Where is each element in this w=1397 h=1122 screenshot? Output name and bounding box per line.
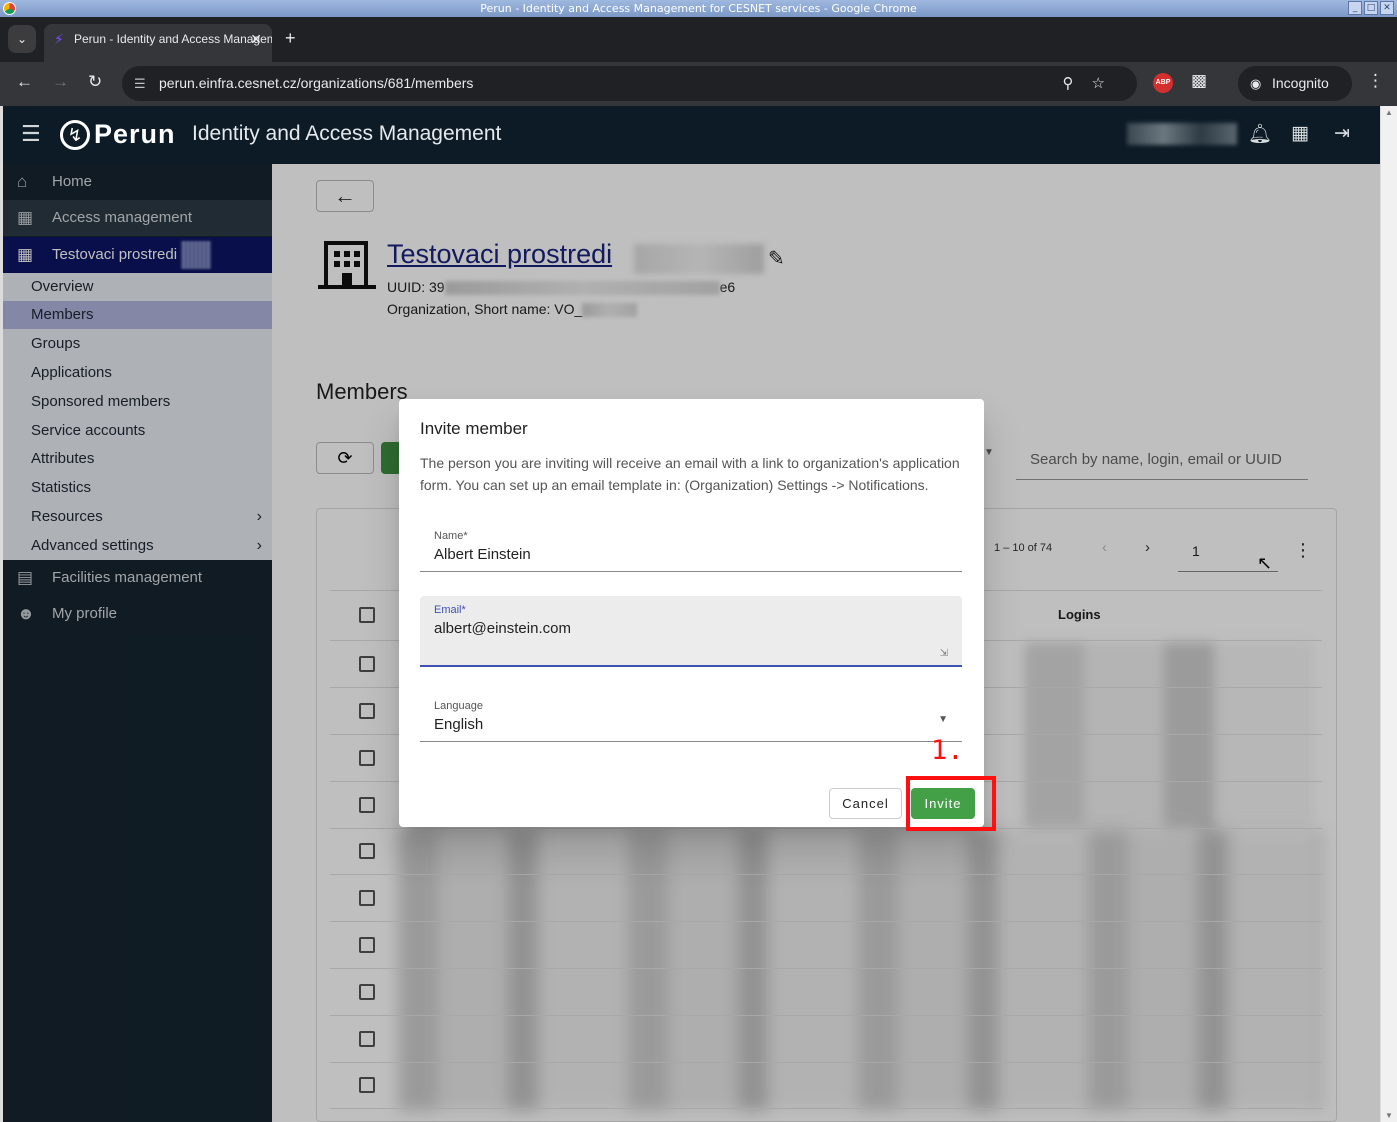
- apps-grid-icon[interactable]: ▦: [1291, 122, 1309, 145]
- maximize-button[interactable]: □: [1364, 1, 1378, 15]
- dropdown-arrow-icon[interactable]: ▼: [938, 714, 948, 725]
- site-info-icon[interactable]: ☰: [134, 66, 146, 101]
- language-label: Language: [434, 700, 483, 712]
- invite-member-dialog: Invite member The person you are invitin…: [399, 399, 984, 827]
- reload-icon[interactable]: ↻: [88, 72, 102, 92]
- email-field[interactable]: Email* albert@einstein.com ⇲: [420, 596, 962, 667]
- browser-menu-icon[interactable]: ⋮: [1367, 71, 1384, 91]
- language-select[interactable]: Language English ▼: [420, 694, 962, 742]
- annotation-step-number: 1.: [931, 735, 964, 766]
- user-name-redacted: [1127, 123, 1237, 145]
- new-tab-button[interactable]: +: [285, 28, 296, 49]
- forward-arrow-icon[interactable]: →: [52, 72, 69, 92]
- adblock-extension-icon[interactable]: ABP: [1153, 73, 1173, 93]
- name-input[interactable]: Albert Einstein: [434, 546, 531, 563]
- minimize-button[interactable]: _: [1348, 1, 1362, 15]
- tab-title: Perun - Identity and Access Management f…: [74, 32, 272, 46]
- scroll-up-icon[interactable]: ▲: [1385, 108, 1393, 117]
- scroll-down-icon[interactable]: ▼: [1385, 1111, 1393, 1120]
- bookmark-star-icon[interactable]: ☆: [1092, 75, 1123, 92]
- tab-search-button[interactable]: ⌄: [8, 25, 36, 53]
- page-scrollbar[interactable]: ▲ ▼: [1380, 106, 1397, 1122]
- address-bar[interactable]: ☰ perun.einfra.cesnet.cz/organizations/6…: [122, 66, 1137, 101]
- browser-tab[interactable]: ⚡ Perun - Identity and Access Management…: [44, 24, 272, 62]
- window-controls: _ □ ✕: [1348, 1, 1394, 15]
- notifications-bell-icon[interactable]: 🔔︎: [1248, 122, 1272, 146]
- perun-logo[interactable]: ↯ Perun: [60, 119, 176, 150]
- name-field[interactable]: Name* Albert Einstein: [420, 524, 962, 572]
- logo-text: Perun: [94, 119, 176, 149]
- extensions-puzzle-icon[interactable]: ▩: [1191, 71, 1207, 91]
- incognito-label: Incognito: [1272, 75, 1329, 91]
- close-window-button[interactable]: ✕: [1380, 1, 1394, 15]
- tab-close-icon[interactable]: ✕: [250, 24, 262, 54]
- annotation-highlight-box: [906, 776, 996, 831]
- omnibox-actions: ⚲☆: [1063, 66, 1123, 101]
- language-value: English: [434, 716, 484, 733]
- incognito-icon: ◉: [1250, 76, 1262, 91]
- perun-favicon-icon: ⚡: [54, 31, 64, 47]
- chrome-logo-icon: [3, 2, 16, 15]
- app-title: Identity and Access Management: [192, 122, 502, 145]
- browser-toolbar: ← → ↻ ☰ perun.einfra.cesnet.cz/organizat…: [0, 62, 1397, 106]
- dialog-description: The person you are inviting will receive…: [420, 455, 960, 493]
- dialog-title: Invite member: [420, 419, 528, 438]
- hamburger-menu-icon[interactable]: ☰: [21, 121, 41, 147]
- name-label: Name*: [434, 530, 468, 542]
- resize-handle-icon[interactable]: ⇲: [940, 648, 948, 659]
- cancel-button[interactable]: Cancel: [829, 788, 902, 819]
- email-label: Email*: [434, 604, 466, 616]
- window-title: Perun - Identity and Access Management f…: [480, 2, 917, 15]
- zoom-icon[interactable]: ⚲: [1063, 75, 1092, 92]
- tab-strip: ⌄ ⚡ Perun - Identity and Access Manageme…: [0, 17, 1397, 62]
- window-titlebar: Perun - Identity and Access Management f…: [0, 0, 1397, 17]
- url-text: perun.einfra.cesnet.cz/organizations/681…: [159, 75, 474, 91]
- incognito-indicator[interactable]: ◉ Incognito: [1238, 66, 1352, 101]
- email-input[interactable]: albert@einstein.com: [434, 620, 571, 637]
- perun-bolt-icon: ↯: [60, 119, 90, 150]
- logout-icon[interactable]: ⇥: [1334, 122, 1350, 145]
- back-arrow-icon[interactable]: ←: [16, 72, 33, 92]
- app-header: ☰ ↯ Perun Identity and Access Management…: [3, 106, 1380, 164]
